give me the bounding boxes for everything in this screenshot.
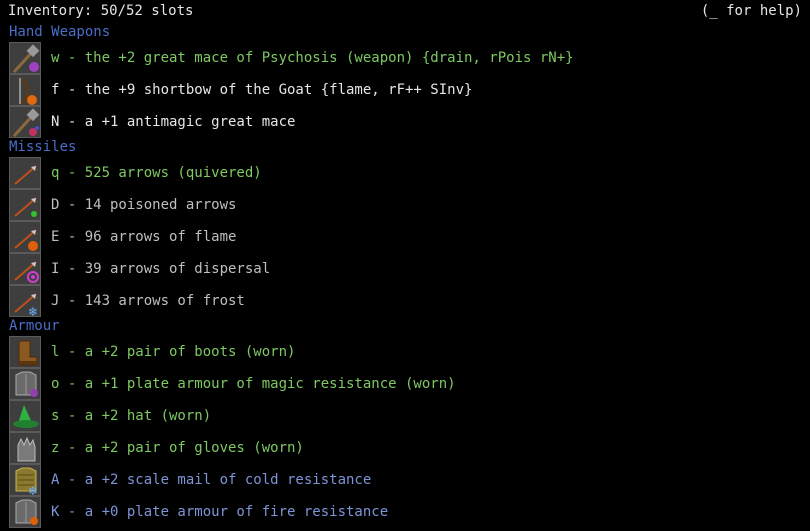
item-label: K - a +0 plate armour of fire resistance — [51, 504, 389, 520]
item-label: A - a +2 scale mail of cold resistance — [51, 472, 372, 488]
inventory-item-D[interactable]: D - 14 poisoned arrows — [9, 189, 789, 221]
inventory-item-q[interactable]: q - 525 arrows (quivered) — [9, 157, 789, 189]
inventory-item-s[interactable]: s - a +2 hat (worn) — [9, 400, 789, 432]
frost-arrow-icon: ❄ — [9, 285, 41, 317]
poison-arrow-icon — [9, 189, 41, 221]
inventory-item-I[interactable]: I - 39 arrows of dispersal — [9, 253, 789, 285]
item-label: D - 14 poisoned arrows — [51, 197, 237, 213]
item-label: l - a +2 pair of boots (worn) — [51, 344, 296, 360]
inventory-title: Inventory: 50/52 slots — [8, 3, 194, 19]
inventory-header: Inventory: 50/52 slots (_ for help) — [8, 3, 802, 21]
hat-icon — [9, 400, 41, 432]
item-label: f - the +9 shortbow of the Goat {flame, … — [51, 82, 473, 98]
great-mace-icon — [9, 42, 41, 74]
fire-plate-icon — [9, 496, 41, 528]
item-label: I - 39 arrows of dispersal — [51, 261, 271, 277]
section-hand-weapons: Hand Weapons — [9, 24, 111, 40]
item-label: z - a +2 pair of gloves (worn) — [51, 440, 304, 456]
gloves-icon — [9, 432, 41, 464]
item-label: w - the +2 great mace of Psychosis (weap… — [51, 50, 574, 66]
item-label: N - a +1 antimagic great mace — [51, 114, 296, 130]
boots-icon — [9, 336, 41, 368]
item-label: o - a +1 plate armour of magic resistanc… — [51, 376, 456, 392]
arrow-icon — [9, 157, 41, 189]
inventory-item-o[interactable]: o - a +1 plate armour of magic resistanc… — [9, 368, 789, 400]
section-armour: Armour — [9, 318, 60, 334]
shortbow-icon — [9, 74, 41, 106]
help-hint[interactable]: (_ for help) — [701, 3, 802, 19]
svg-text:❄: ❄ — [28, 305, 38, 317]
item-label: s - a +2 hat (worn) — [51, 408, 212, 424]
inventory-item-J[interactable]: ❄ J - 143 arrows of frost — [9, 285, 789, 317]
inventory-item-E[interactable]: E - 96 arrows of flame — [9, 221, 789, 253]
item-label: J - 143 arrows of frost — [51, 293, 245, 309]
inventory-item-f[interactable]: f - the +9 shortbow of the Goat {flame, … — [9, 74, 789, 106]
inventory-item-z[interactable]: z - a +2 pair of gloves (worn) — [9, 432, 789, 464]
inventory-item-N[interactable]: N - a +1 antimagic great mace — [9, 106, 789, 138]
item-label: q - 525 arrows (quivered) — [51, 165, 262, 181]
section-missiles: Missiles — [9, 139, 77, 155]
inventory-item-w[interactable]: w - the +2 great mace of Psychosis (weap… — [9, 42, 789, 74]
inventory-item-l[interactable]: l - a +2 pair of boots (worn) — [9, 336, 789, 368]
antimagic-mace-icon — [9, 106, 41, 138]
dispersal-arrow-icon — [9, 253, 41, 285]
svg-text:❄: ❄ — [28, 484, 38, 496]
plate-armour-icon — [9, 368, 41, 400]
flame-arrow-icon — [9, 221, 41, 253]
inventory-item-A[interactable]: ❄ A - a +2 scale mail of cold resistance — [9, 464, 789, 496]
item-label: E - 96 arrows of flame — [51, 229, 237, 245]
scale-mail-icon: ❄ — [9, 464, 41, 496]
inventory-item-K[interactable]: K - a +0 plate armour of fire resistance — [9, 496, 789, 528]
